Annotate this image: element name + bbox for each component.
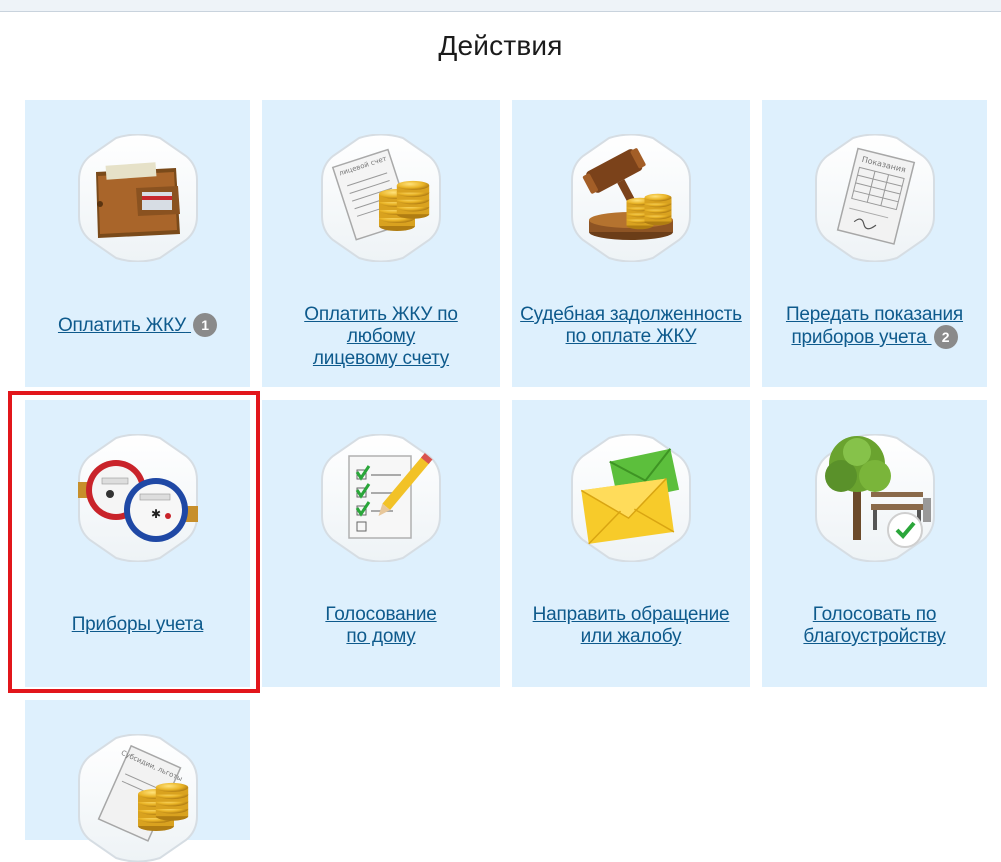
envelopes-icon xyxy=(569,434,693,562)
account-coins-icon: лицевой счет xyxy=(319,134,443,262)
wallet-icon xyxy=(76,134,200,262)
subsidies-coins-icon: Субсидии, льготы xyxy=(76,734,200,862)
action-label-line1[interactable]: Голосовать по xyxy=(768,604,981,626)
action-label-line1[interactable]: Судебная задолженность xyxy=(518,304,744,326)
action-send-appeal[interactable]: Направить обращение или жалобу xyxy=(512,400,750,687)
action-label-line2[interactable]: лицевому счету xyxy=(268,348,494,370)
action-label-line2[interactable]: по дому xyxy=(268,626,494,648)
action-pay-any-account[interactable]: лицевой счет Оплатить ЖКУ по любому лице… xyxy=(262,100,500,387)
action-submit-readings[interactable]: Показания Передать показания приборов уч… xyxy=(762,100,987,387)
readings-document-icon: Показания xyxy=(813,134,937,262)
action-label-line2[interactable]: благоустройству xyxy=(768,626,981,648)
count-badge: 2 xyxy=(933,325,958,349)
water-meter-icon: ✱ xyxy=(77,434,198,562)
action-court-debt[interactable]: Судебная задолженность по оплате ЖКУ xyxy=(512,100,750,387)
action-label-line2[interactable]: или жалобу xyxy=(518,626,744,648)
action-pay-housing[interactable]: Оплатить ЖКУ 1 xyxy=(25,100,250,387)
action-label-line1[interactable]: Передать показания xyxy=(768,304,981,326)
action-label-line2[interactable]: приборов учета xyxy=(791,327,926,348)
checklist-pencil-icon xyxy=(319,434,443,562)
top-bar xyxy=(0,0,1001,12)
action-label-line2[interactable]: по оплате ЖКУ xyxy=(518,326,744,348)
tree-bench-check-icon xyxy=(813,434,937,562)
action-label-line1[interactable]: Направить обращение xyxy=(518,604,744,626)
action-label-line1[interactable]: Голосование xyxy=(268,604,494,626)
action-landscaping-vote[interactable]: Голосовать по благоустройству xyxy=(762,400,987,687)
action-subsidies[interactable]: Субсидии, льготы xyxy=(25,700,250,840)
gavel-coins-icon xyxy=(569,134,693,262)
action-house-voting[interactable]: Голосование по дому xyxy=(262,400,500,687)
action-label-line1[interactable]: Оплатить ЖКУ по любому xyxy=(268,304,494,348)
page-title: Действия xyxy=(438,30,563,61)
action-meters[interactable]: ✱ Приборы учета xyxy=(25,400,250,687)
action-label[interactable]: Приборы учета xyxy=(72,614,204,635)
count-badge: 1 xyxy=(193,313,218,337)
svg-text:✱: ✱ xyxy=(150,507,160,521)
action-label[interactable]: Оплатить ЖКУ xyxy=(58,315,186,336)
